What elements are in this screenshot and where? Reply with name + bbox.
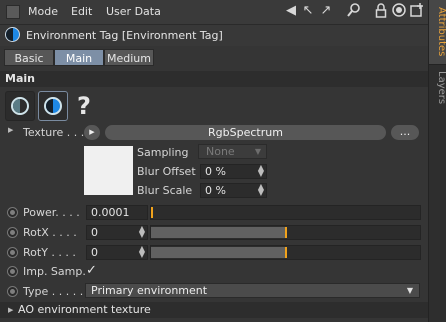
menu-user-data[interactable]: User Data <box>106 5 161 18</box>
rotx-field[interactable]: 0 ▲ ▼ <box>86 225 148 240</box>
rotx-slider-handle[interactable] <box>285 227 287 238</box>
chevron-down-icon: ▼ <box>406 286 413 295</box>
ao-section-label: AO environment texture <box>18 303 151 316</box>
chevron-down-icon: ▼ <box>254 147 261 156</box>
stepper-icon[interactable]: ▲ ▼ <box>139 245 145 259</box>
texture-more-button[interactable]: ... <box>391 125 419 140</box>
roty-slider-fill <box>151 247 286 258</box>
title-bar: Environment Tag [Environment Tag] <box>0 25 428 46</box>
rotx-slider-fill <box>151 227 286 238</box>
target-icon[interactable] <box>391 3 407 19</box>
blur-scale-field[interactable]: 0 % ▲ ▼ <box>200 183 267 198</box>
roty-animation-radio[interactable] <box>7 247 18 258</box>
arrow-right-icon[interactable]: ↗ <box>318 3 334 19</box>
tab-layers[interactable]: Layers <box>429 66 446 110</box>
menu-bar: Mode Edit User Data ◀ ↖ ↗ <box>0 0 428 25</box>
section-header-ao[interactable]: ▶ AO environment texture <box>0 302 428 318</box>
stepper-icon[interactable]: ▲ ▼ <box>139 225 145 239</box>
basic-mode-icon[interactable] <box>5 91 35 121</box>
page-title: Environment Tag [Environment Tag] <box>26 29 223 42</box>
roty-label: RotY . . . . <box>23 246 76 259</box>
section-header-main: Main <box>0 71 428 87</box>
menu-edit[interactable]: Edit <box>71 5 92 18</box>
texture-menu-button[interactable]: ▶ <box>84 125 100 140</box>
blur-scale-value: 0 % <box>205 184 226 197</box>
sampling-select[interactable]: None ▼ <box>198 144 267 159</box>
roty-slider-handle[interactable] <box>285 247 287 258</box>
rotx-slider[interactable] <box>150 225 421 240</box>
sampling-value: None <box>206 145 235 158</box>
type-select[interactable]: Primary environment ▼ <box>85 283 420 298</box>
power-slider[interactable] <box>150 205 421 220</box>
help-icon[interactable]: ? <box>77 92 91 120</box>
blur-offset-value: 0 % <box>205 165 226 178</box>
power-slider-handle[interactable] <box>151 207 153 218</box>
power-animation-radio[interactable] <box>7 207 18 218</box>
type-value: Primary environment <box>91 284 208 297</box>
texture-shader-button[interactable]: RgbSpectrum <box>105 125 386 140</box>
blur-offset-field[interactable]: 0 % ▲ ▼ <box>200 164 267 179</box>
texture-label: Texture . . . <box>23 126 85 139</box>
imp-samp-checkbox[interactable]: ✓ <box>86 263 97 278</box>
tab-basic[interactable]: Basic <box>4 49 54 66</box>
blur-scale-label: Blur Scale <box>137 184 193 197</box>
rotx-animation-radio[interactable] <box>7 227 18 238</box>
power-field[interactable]: 0.0001 <box>86 205 148 220</box>
side-tabs: Attributes Layers <box>428 0 446 322</box>
roty-slider[interactable] <box>150 245 421 260</box>
lock-icon[interactable] <box>373 3 389 19</box>
tab-medium[interactable]: Medium <box>104 49 154 66</box>
texture-preview <box>84 146 133 195</box>
imp-samp-label: Imp. Samp. <box>23 265 86 278</box>
expand-arrow-icon[interactable]: ▶ <box>8 302 13 318</box>
roty-value: 0 <box>91 246 98 259</box>
stepper-icon[interactable]: ▲ ▼ <box>258 164 264 178</box>
sampling-label: Sampling <box>137 146 189 159</box>
new-panel-icon[interactable] <box>409 3 425 19</box>
roty-field[interactable]: 0 ▲ ▼ <box>86 245 148 260</box>
environment-mode-icon[interactable] <box>38 91 68 121</box>
tab-attributes[interactable]: Attributes <box>429 0 446 65</box>
type-animation-radio[interactable] <box>7 286 18 297</box>
menu-mode[interactable]: Mode <box>28 5 58 18</box>
tab-main[interactable]: Main <box>54 49 104 66</box>
stepper-icon[interactable]: ▲ ▼ <box>258 183 264 197</box>
type-label: Type . . . . . <box>23 285 84 298</box>
power-value: 0.0001 <box>91 206 130 219</box>
power-label: Power. . . . <box>23 206 80 219</box>
search-icon[interactable] <box>346 3 362 19</box>
menu-grip-icon[interactable] <box>6 5 20 19</box>
arrow-up-icon[interactable]: ↖ <box>300 3 316 19</box>
expand-arrow-icon[interactable]: ▶ <box>8 126 13 134</box>
imp-samp-animation-radio[interactable] <box>7 266 18 277</box>
arrow-left-icon[interactable]: ◀ <box>283 3 299 19</box>
rotx-value: 0 <box>91 226 98 239</box>
blur-offset-label: Blur Offset <box>137 165 196 178</box>
environment-tag-icon <box>5 27 20 42</box>
rotx-label: RotX . . . . <box>23 226 77 239</box>
